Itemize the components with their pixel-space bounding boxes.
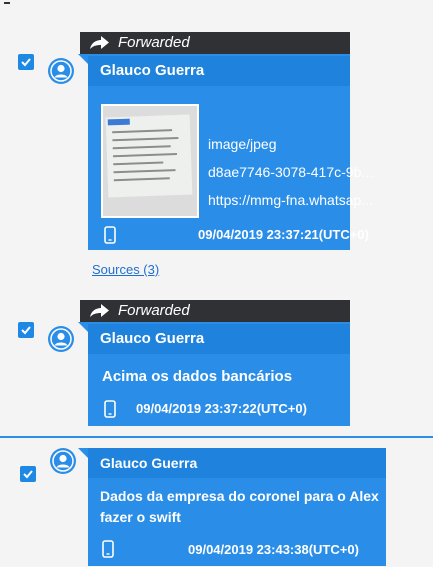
message-text: Acima os dados bancários (102, 368, 293, 385)
dash-mark (4, 2, 10, 4)
bubble-tail (78, 322, 88, 332)
user-avatar-icon (48, 326, 74, 352)
message-bubble[interactable]: Glauco Guerra Acima os dados bancários 0… (78, 322, 350, 426)
attachment-mime: image/jpeg (208, 136, 277, 152)
doc-line (112, 145, 171, 150)
doc-line (112, 153, 177, 158)
doc-logo (107, 118, 130, 126)
message-1-checkbox[interactable] (18, 54, 34, 70)
doc-line (113, 177, 170, 182)
forwarded-label: Forwarded (118, 34, 190, 51)
doc-line (112, 129, 173, 134)
attachment-url[interactable]: https://mmg-fna.whatsap... (208, 192, 373, 208)
message-bubble[interactable]: Glauco Guerra Dados da empresa do corone… (78, 448, 386, 566)
user-avatar-icon (48, 58, 74, 84)
message-timestamp: 09/04/2019 23:37:21(UTC+0) (198, 227, 369, 242)
message-timestamp: 09/04/2019 23:37:22(UTC+0) (136, 401, 307, 416)
message-text: Dados da empresa do coronel para o Alex … (100, 488, 379, 525)
phone-icon (104, 226, 116, 244)
sender-name: Glauco Guerra (88, 448, 386, 478)
phone-icon (104, 400, 116, 418)
doc-line (113, 169, 176, 174)
message-timestamp: 09/04/2019 23:43:38(UTC+0) (188, 542, 359, 557)
bubble-tail (78, 54, 88, 64)
forward-arrow-icon (90, 36, 109, 49)
doc-line (112, 136, 179, 142)
attachment-id: d8ae7746-3078-417c-9b... (208, 164, 374, 180)
sources-link[interactable]: Sources (3) (92, 262, 159, 277)
forwarded-banner: Forwarded (80, 300, 350, 322)
forwarded-label: Forwarded (118, 302, 190, 319)
image-attachment-thumbnail[interactable] (101, 104, 199, 218)
user-avatar-icon (50, 448, 76, 474)
sender-name: Glauco Guerra (88, 324, 350, 354)
message-3-checkbox[interactable] (20, 466, 36, 482)
document-photo (105, 114, 193, 198)
message-2-checkbox[interactable] (18, 322, 34, 338)
checkbox-checked-icon (21, 58, 31, 67)
forward-arrow-icon (90, 304, 109, 317)
selection-divider (0, 436, 433, 438)
bubble-tail (78, 448, 88, 458)
doc-line (113, 161, 164, 166)
checkbox-checked-icon (21, 326, 31, 335)
checkbox-checked-icon (23, 470, 33, 479)
message-bubble[interactable]: Glauco Guerra image/jpeg d8ae7746-3078-4… (78, 54, 373, 250)
forwarded-banner: Forwarded (80, 32, 350, 54)
sender-name: Glauco Guerra (88, 56, 350, 86)
phone-icon (102, 540, 114, 558)
